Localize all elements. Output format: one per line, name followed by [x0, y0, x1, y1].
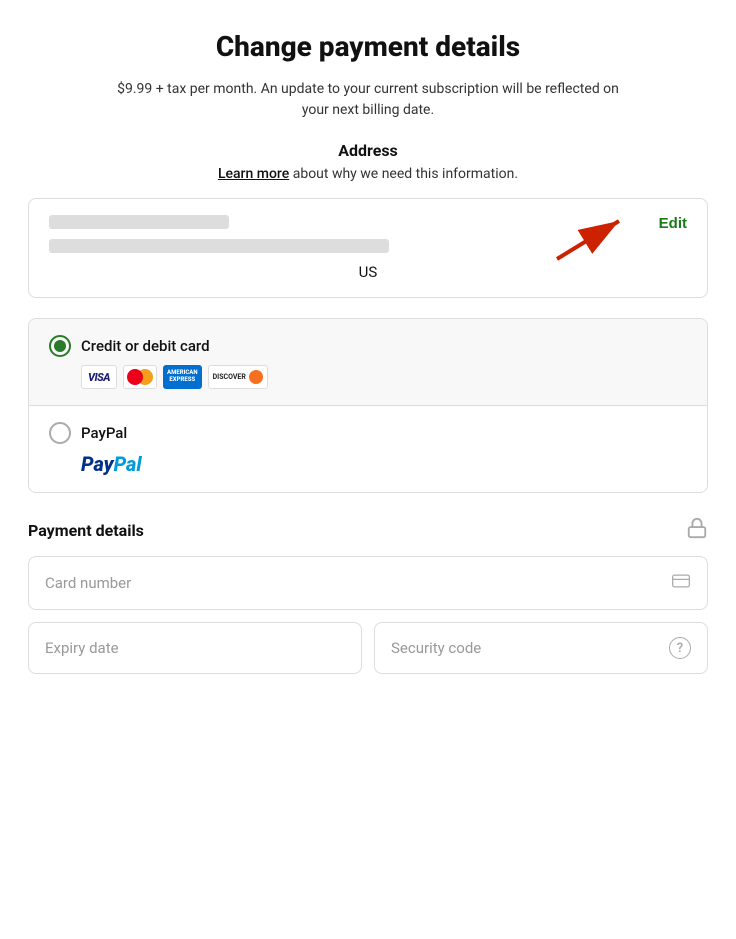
learn-more-link[interactable]: Learn more	[218, 166, 289, 182]
card-icons-row: VISA AMERICAN EXPRESS DISCOVER	[81, 365, 687, 389]
radio-card-selected[interactable]	[49, 335, 71, 357]
payment-option-paypal[interactable]: PayPal PayPal	[29, 406, 707, 492]
security-help-icon[interactable]: ?	[669, 637, 691, 659]
expiry-placeholder: Expiry date	[45, 639, 119, 657]
expiry-security-row: Expiry date Security code ?	[28, 622, 708, 674]
payment-option-card[interactable]: Credit or debit card VISA AMERICAN EXPRE…	[29, 319, 707, 406]
paypal-option-label: PayPal	[81, 424, 127, 442]
security-placeholder: Security code	[391, 639, 481, 657]
arrow-indicator	[547, 209, 637, 273]
payment-option-paypal-header: PayPal	[49, 422, 687, 444]
lock-icon	[686, 517, 708, 544]
address-box: US Edit	[28, 198, 708, 298]
address-info-text: Learn more about why we need this inform…	[218, 166, 518, 182]
edit-button[interactable]: Edit	[659, 215, 687, 232]
mastercard-icon	[123, 365, 157, 389]
radio-card-inner	[54, 340, 66, 352]
card-option-label: Credit or debit card	[81, 337, 210, 355]
radio-paypal-unselected[interactable]	[49, 422, 71, 444]
address-field-2	[49, 239, 389, 253]
page-subtitle: $9.99 + tax per month. An update to your…	[108, 79, 628, 121]
payment-option-card-header: Credit or debit card	[49, 335, 687, 357]
payment-details-title: Payment details	[28, 521, 144, 540]
card-number-placeholder: Card number	[45, 574, 131, 592]
payment-details-section: Payment details Card number Expiry date	[28, 517, 708, 674]
page-title: Change payment details	[216, 30, 520, 63]
paypal-logo: PayPal	[81, 452, 687, 476]
payment-details-header: Payment details	[28, 517, 708, 544]
address-field-1	[49, 215, 229, 229]
card-number-icon	[671, 571, 691, 595]
discover-icon: DISCOVER	[208, 365, 268, 389]
card-number-field[interactable]: Card number	[28, 556, 708, 610]
visa-icon: VISA	[81, 365, 117, 389]
page-container: Change payment details $9.99 + tax per m…	[28, 30, 708, 674]
amex-icon: AMERICAN EXPRESS	[163, 365, 202, 389]
address-section-label: Address	[338, 141, 398, 160]
payment-methods-box: Credit or debit card VISA AMERICAN EXPRE…	[28, 318, 708, 493]
expiry-date-field[interactable]: Expiry date	[28, 622, 362, 674]
security-code-field[interactable]: Security code ?	[374, 622, 708, 674]
